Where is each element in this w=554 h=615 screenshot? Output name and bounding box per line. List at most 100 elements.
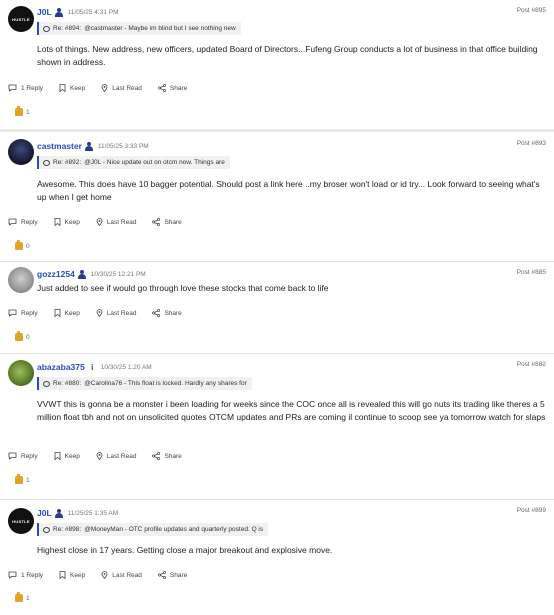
post-number[interactable]: Post #885 [517, 269, 546, 276]
post-body: Just added to see if would go through lo… [37, 283, 329, 293]
comment-icon [8, 84, 17, 92]
last-read-button[interactable]: Last Read [101, 571, 142, 579]
keep-label: Keep [64, 309, 80, 317]
like-count: 0 [26, 333, 30, 341]
like-count: 1 [26, 108, 30, 116]
reply-ref-number: Re: #892: [53, 159, 82, 166]
reply-reference[interactable]: Re: #894: @castmaster - Maybe im blind b… [37, 22, 241, 35]
post-number[interactable]: Post #882 [517, 361, 546, 368]
username-link[interactable]: J0L [37, 7, 52, 17]
username-link[interactable]: abazaba375 [37, 362, 85, 372]
reply-button[interactable]: Reply [8, 452, 38, 460]
post-number[interactable]: Post #893 [517, 140, 546, 147]
post-time: 10/30/25 1:20 AM [100, 363, 152, 371]
bookmark-icon [54, 309, 61, 317]
reply-label: 1 Reply [21, 571, 44, 579]
reply-button[interactable]: 1 Reply [8, 84, 43, 92]
share-button[interactable]: Share [157, 84, 188, 92]
keep-button[interactable]: Keep [54, 218, 80, 226]
message-feed: HUSTLE J0L 11/05/25 4:31 PM Post #895 Re… [0, 0, 554, 615]
keep-button[interactable]: Keep [59, 84, 85, 92]
keep-button[interactable]: Keep [54, 452, 80, 460]
share-label: Share [164, 309, 182, 317]
thumbs-up-icon [15, 474, 23, 484]
share-label: Share [169, 84, 188, 92]
comment-icon [8, 218, 17, 226]
keep-button[interactable]: Keep [59, 571, 85, 579]
reply-ref-number: Re: #894: [53, 25, 82, 32]
location-pin-icon [96, 452, 103, 460]
like-button[interactable]: 1 [15, 106, 30, 117]
like-button[interactable]: 0 [15, 331, 30, 342]
share-label: Share [164, 452, 182, 460]
last-read-button[interactable]: Last Read [96, 309, 136, 317]
thumbs-up-icon [15, 240, 23, 250]
share-button[interactable]: Share [152, 452, 182, 460]
share-label: Share [164, 218, 182, 226]
post: abazaba375 i 10/30/25 1:20 AM Post #882 … [0, 354, 554, 500]
share-button[interactable]: Share [152, 309, 182, 317]
thumbs-up-icon [15, 331, 23, 341]
reply-ref-number: Re: #880: [53, 380, 82, 387]
bookmark-icon [59, 84, 66, 92]
bookmark-icon [54, 218, 61, 226]
reply-quote: @castmaster - Maybe im blind but I see n… [84, 25, 236, 32]
reply-label: 1 Reply [21, 84, 44, 92]
reply-label: Reply [21, 452, 38, 460]
keep-label: Keep [64, 218, 80, 226]
reply-reference[interactable]: Re: #892: @J0L - Nice update out on otcm… [37, 156, 230, 169]
avatar[interactable]: HUSTLE [8, 508, 34, 534]
share-button[interactable]: Share [152, 218, 182, 226]
username-link[interactable]: gozz1254 [37, 269, 75, 279]
reply-button[interactable]: Reply [8, 309, 38, 317]
reply-ref-number: Re: #898: [53, 526, 82, 533]
location-pin-icon [96, 218, 103, 226]
share-button[interactable]: Share [157, 571, 188, 579]
avatar-logo-text: HUSTLE [12, 518, 30, 524]
username-link[interactable]: J0L [37, 508, 52, 518]
reply-reference[interactable]: Re: #898: @MoneyMan - OTC profile update… [37, 523, 269, 536]
post-number[interactable]: Post #899 [517, 507, 546, 514]
avatar[interactable] [8, 139, 34, 165]
reply-button[interactable]: Reply [8, 218, 38, 226]
comment-icon [43, 380, 50, 387]
post-number[interactable]: Post #895 [517, 7, 546, 14]
reply-button[interactable]: 1 Reply [8, 571, 43, 579]
last-read-label: Last Read [112, 84, 142, 92]
last-read-button[interactable]: Last Read [96, 452, 136, 460]
post: castmaster 11/05/25 3:33 PM Post #893 Re… [0, 132, 554, 262]
thumbs-up-icon [15, 106, 23, 116]
post-actions: 1 Reply Keep Last Read Share [8, 570, 203, 580]
username-link[interactable]: castmaster [37, 141, 82, 151]
like-button[interactable]: 1 [15, 474, 30, 485]
comment-icon [8, 452, 17, 460]
post-time: 11/05/25 4:31 PM [67, 8, 119, 16]
reply-reference[interactable]: Re: #880: @Carolina76 - This float is lo… [37, 377, 252, 390]
avatar-logo-text: HUSTLE [12, 16, 30, 22]
avatar[interactable] [8, 360, 34, 386]
like-count: 1 [26, 594, 30, 602]
avatar[interactable]: HUSTLE [8, 6, 34, 32]
keep-label: Keep [70, 84, 86, 92]
like-count: 1 [26, 476, 30, 484]
last-read-label: Last Read [106, 218, 137, 226]
bookmark-icon [54, 452, 61, 460]
keep-label: Keep [64, 452, 80, 460]
avatar[interactable] [8, 267, 34, 293]
post: HUSTLE J0L 11/25/25 1:35 AM Post #899 Re… [0, 500, 554, 612]
last-read-button[interactable]: Last Read [101, 84, 142, 92]
post-body: Lots of things. New address, new officer… [37, 44, 538, 67]
comment-icon [43, 526, 50, 533]
share-label: Share [169, 571, 188, 579]
post-actions: Reply Keep Last Read Share [8, 308, 198, 318]
reply-quote: @Carolina76 - This float is locked. Hard… [84, 380, 247, 387]
like-button[interactable]: 0 [15, 240, 30, 251]
info-icon: i [91, 362, 94, 372]
post-actions: Reply Keep Last Read Share [8, 451, 198, 461]
comment-icon [43, 159, 50, 166]
reply-quote: @MoneyMan - OTC profile updates and quar… [84, 526, 264, 533]
like-button[interactable]: 1 [15, 592, 30, 603]
person-icon [78, 269, 87, 279]
keep-button[interactable]: Keep [54, 309, 80, 317]
last-read-button[interactable]: Last Read [96, 218, 137, 226]
